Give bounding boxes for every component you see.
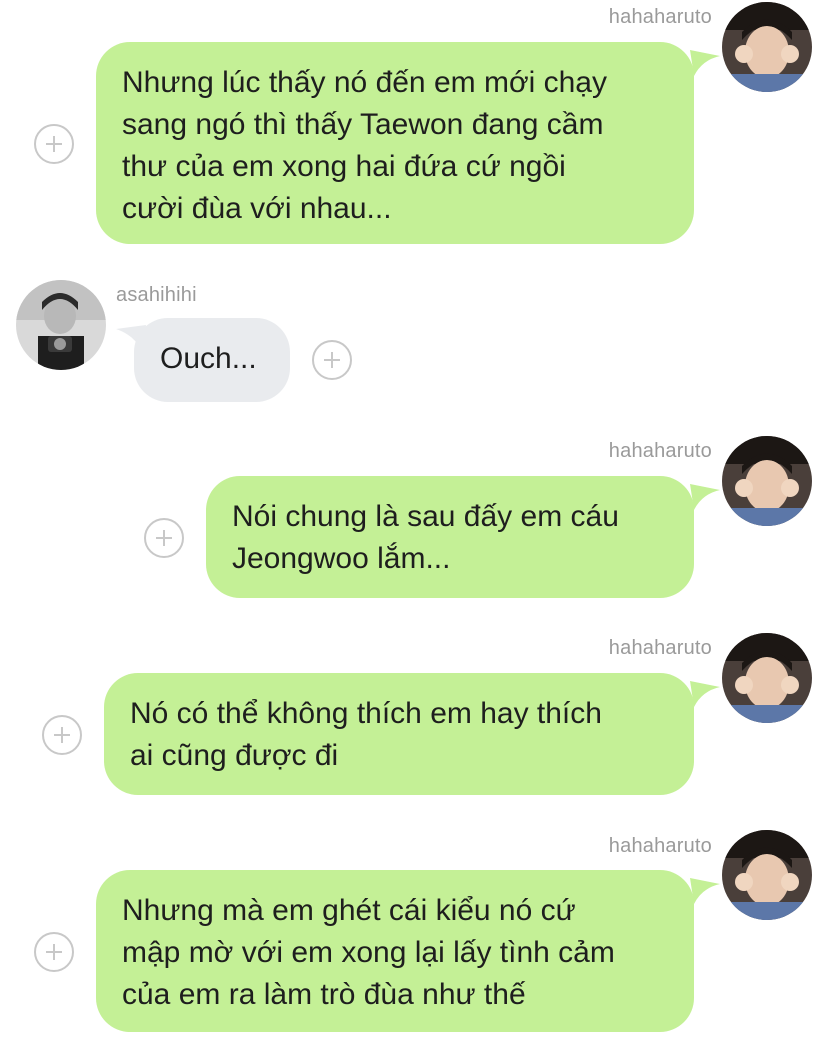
message-text: Ouch... <box>160 342 257 375</box>
bubble-tail <box>690 50 720 76</box>
plus-icon <box>156 530 172 546</box>
bubble-tail <box>690 878 720 904</box>
avatar[interactable] <box>16 280 106 370</box>
sender-name: asahihihi <box>116 284 197 306</box>
add-reaction-button[interactable] <box>34 124 74 164</box>
message-bubble-received[interactable]: Ouch... <box>134 318 290 402</box>
sender-name: hahaharuto <box>608 440 712 462</box>
plus-icon <box>324 352 340 368</box>
avatar[interactable] <box>722 830 812 920</box>
message-bubble-sent[interactable]: Nhưng lúc thấy nó đến em mới chạy sang n… <box>96 42 694 244</box>
sender-name: hahaharuto <box>608 637 712 659</box>
add-reaction-button[interactable] <box>312 340 352 380</box>
sender-name: hahaharuto <box>608 6 712 28</box>
sender-name: hahaharuto <box>608 835 712 857</box>
message-bubble-sent[interactable]: Nói chung là sau đấy em cáu Jeongwoo lắm… <box>206 476 694 598</box>
bubble-tail <box>690 484 720 510</box>
add-reaction-button[interactable] <box>42 715 82 755</box>
avatar[interactable] <box>722 2 812 92</box>
message-bubble-sent[interactable]: Nhưng mà em ghét cái kiểu nó cứ mập mờ v… <box>96 870 694 1032</box>
message-text: Nhưng mà em ghét cái kiểu nó cứ mập mờ v… <box>122 894 615 1011</box>
add-reaction-button[interactable] <box>34 932 74 972</box>
add-reaction-button[interactable] <box>144 518 184 558</box>
message-text: Nhưng lúc thấy nó đến em mới chạy sang n… <box>122 66 607 225</box>
message-bubble-sent[interactable]: Nó có thể không thích em hay thích ai cũ… <box>104 673 694 795</box>
avatar[interactable] <box>722 436 812 526</box>
bubble-tail <box>690 681 720 707</box>
avatar[interactable] <box>722 633 812 723</box>
plus-icon <box>54 727 70 743</box>
message-text: Nó có thể không thích em hay thích ai cũ… <box>130 697 602 772</box>
plus-icon <box>46 944 62 960</box>
chat-thread: hahaharuto Nhưng lúc thấy nó đến em mới … <box>0 0 828 1047</box>
plus-icon <box>46 136 62 152</box>
message-text: Nói chung là sau đấy em cáu Jeongwoo lắm… <box>232 500 619 575</box>
